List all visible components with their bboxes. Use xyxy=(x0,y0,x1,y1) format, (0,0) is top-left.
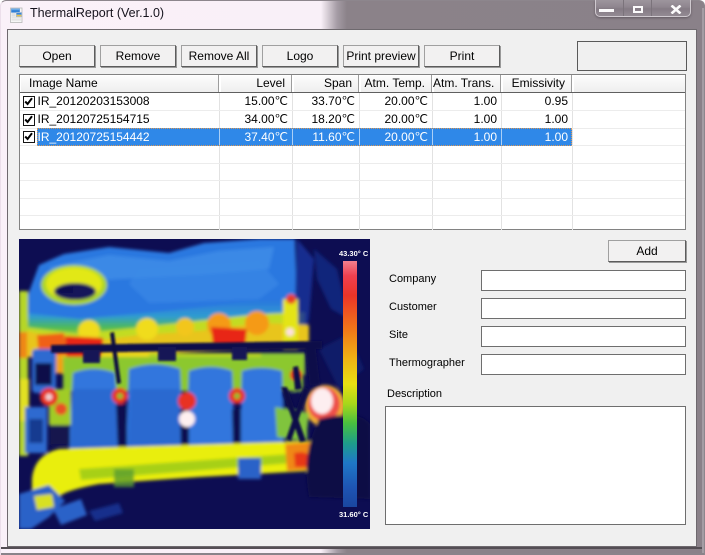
svg-text:31.60° C: 31.60° C xyxy=(339,510,369,519)
svg-text:43.30° C: 43.30° C xyxy=(339,249,369,258)
